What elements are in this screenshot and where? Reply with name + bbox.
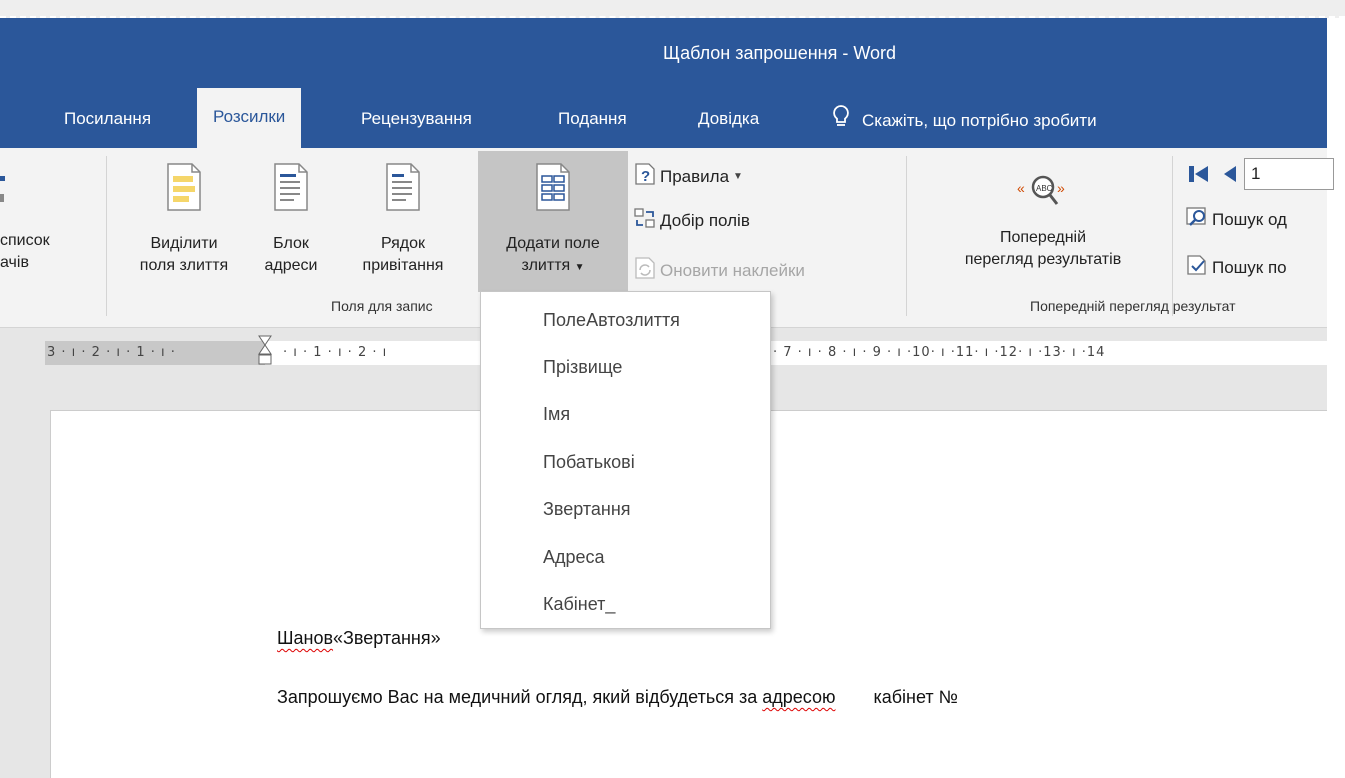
svg-text:»: » xyxy=(1057,180,1065,196)
greeting-line-line1: Рядок xyxy=(380,235,426,252)
greeting-line-button[interactable]: Рядок привітання xyxy=(344,162,462,277)
preview-results-button[interactable]: « ABC » Попередній перегляд результатів xyxy=(925,168,1161,271)
update-labels-icon xyxy=(634,256,656,285)
tab-help[interactable]: Довідка xyxy=(698,104,759,134)
check-errors-icon xyxy=(1186,254,1208,281)
body-text-end: кабінет № xyxy=(873,687,958,707)
lightbulb-icon xyxy=(832,104,850,138)
preview-results-line1: Попередній xyxy=(999,229,1087,246)
preview-results-line2: перегляд результатів xyxy=(964,251,1122,268)
body-text-address: адресою xyxy=(762,687,836,707)
match-fields-label: Добір полів xyxy=(660,210,750,230)
right-edge-pane xyxy=(1327,18,1345,778)
merge-fields-dropdown: ПолеАвтозлиття Прізвище Імя Побатькові З… xyxy=(480,291,771,629)
menu-item-address[interactable]: Адреса xyxy=(543,547,605,568)
chevron-down-icon: ▼ xyxy=(733,171,743,182)
svg-text:«: « xyxy=(1017,180,1025,196)
update-labels-button[interactable]: Оновити наклейки xyxy=(634,256,805,285)
tell-me-text: Скажіть, що потрібно зробити xyxy=(862,111,1097,130)
greeting-word: Шанов xyxy=(277,628,334,648)
menu-item-patronymic[interactable]: Побатькові xyxy=(543,452,635,473)
group-label-write-insert: Поля для запис xyxy=(331,298,433,314)
record-number-input[interactable]: 1 xyxy=(1244,158,1334,190)
ribbon-separator xyxy=(106,156,107,316)
menu-item-office[interactable]: Кабінет_ xyxy=(543,594,615,615)
ruler-left-ticks: 3 · ı · 2 · ı · 1 · ı · xyxy=(47,345,176,360)
insert-merge-field-button[interactable]: Додати поле злиття ▼ xyxy=(480,162,626,279)
insert-merge-field-line2-wrap: злиття ▼ xyxy=(480,255,626,279)
rules-icon: ? xyxy=(634,162,656,191)
ribbon-separator xyxy=(906,156,907,316)
rules-label: Правила xyxy=(660,166,730,186)
insert-merge-field-line2: злиття xyxy=(521,257,571,274)
ruler-mid-ticks: · ı · 1 · ı · 2 · ı xyxy=(283,345,388,360)
greeting-paragraph[interactable]: Шанов«Звертання» xyxy=(277,628,441,649)
find-recipient-label: Пошук од xyxy=(1212,209,1287,229)
greeting-merge-field: «Звертання» xyxy=(333,628,441,648)
menu-item-surname[interactable]: Прізвище xyxy=(543,357,622,378)
preview-results-icon: « ABC » xyxy=(925,168,1161,219)
title-bar: Щаблон запрошення - Word xyxy=(0,18,1345,88)
tab-mailings[interactable]: Розсилки xyxy=(197,88,302,148)
body-text-start: Запрошуємо Вас на медичний огляд, який в… xyxy=(277,687,763,707)
window-title: Щаблон запрошення - Word xyxy=(663,43,897,63)
greeting-line-line2: привітання xyxy=(362,257,444,274)
tab-view[interactable]: Подання xyxy=(558,104,627,134)
previous-record-icon[interactable] xyxy=(1222,164,1238,189)
ribbon-separator xyxy=(1172,156,1173,316)
check-errors-label: Пошук по xyxy=(1212,257,1287,277)
address-block-line1: Блок xyxy=(273,235,309,252)
address-block-line2: адреси xyxy=(264,257,318,274)
address-block-icon xyxy=(260,162,322,219)
ribbon-tabs: Посилання Розсилки Рецензування Подання … xyxy=(0,88,1327,148)
menu-item-salutation[interactable]: Звертання xyxy=(543,499,631,520)
edit-recipients-line1: список xyxy=(0,232,50,249)
match-fields-icon xyxy=(634,206,656,235)
greeting-line-icon xyxy=(344,162,462,219)
match-fields-button[interactable]: Добір полів xyxy=(634,206,750,235)
ruler-right-ticks: · 7 · ı · 8 · ı · 9 · ı ·10· ı ·11· ı ·1… xyxy=(773,345,1106,360)
find-recipient-icon xyxy=(1186,206,1208,233)
update-labels-label: Оновити наклейки xyxy=(660,260,805,280)
recipients-partial-icon xyxy=(0,166,8,206)
tab-review[interactable]: Рецензування xyxy=(361,104,472,134)
menu-item-name[interactable]: Імя xyxy=(543,404,570,425)
indent-marker-icon[interactable] xyxy=(257,335,273,376)
tell-me-box[interactable]: Скажіть, що потрібно зробити xyxy=(832,104,1097,138)
address-block-button[interactable]: Блок адреси xyxy=(260,162,322,277)
edit-recipients-line2: ачів xyxy=(0,254,29,271)
svg-text:?: ? xyxy=(641,168,650,185)
highlight-fields-line2: поля злиття xyxy=(139,257,229,274)
highlight-merge-fields-button[interactable]: Виділити поля злиття xyxy=(130,162,238,277)
insert-merge-field-icon xyxy=(480,162,626,219)
tab-references[interactable]: Посилання xyxy=(64,104,151,134)
group-label-preview: Попередній перегляд результат xyxy=(1030,298,1236,314)
highlight-fields-icon xyxy=(130,162,238,219)
window-top-strip xyxy=(0,0,1345,18)
body-paragraph[interactable]: Запрошуємо Вас на медичний огляд, який в… xyxy=(277,687,958,708)
edit-recipients-button[interactable]: список ачів xyxy=(0,230,92,274)
find-recipient-button[interactable]: Пошук од xyxy=(1186,206,1287,233)
first-record-icon[interactable] xyxy=(1188,164,1210,189)
check-errors-button[interactable]: Пошук по xyxy=(1186,254,1287,281)
rules-button[interactable]: ? Правила ▼ xyxy=(634,162,743,191)
highlight-fields-line1: Виділити xyxy=(150,235,218,252)
insert-merge-field-line1: Додати поле xyxy=(506,235,600,252)
svg-text:ABC: ABC xyxy=(1036,184,1053,193)
record-number-value: 1 xyxy=(1251,164,1261,183)
menu-item-autofield[interactable]: ПолеАвтозлиття xyxy=(543,310,680,331)
chevron-down-icon: ▼ xyxy=(574,262,585,273)
